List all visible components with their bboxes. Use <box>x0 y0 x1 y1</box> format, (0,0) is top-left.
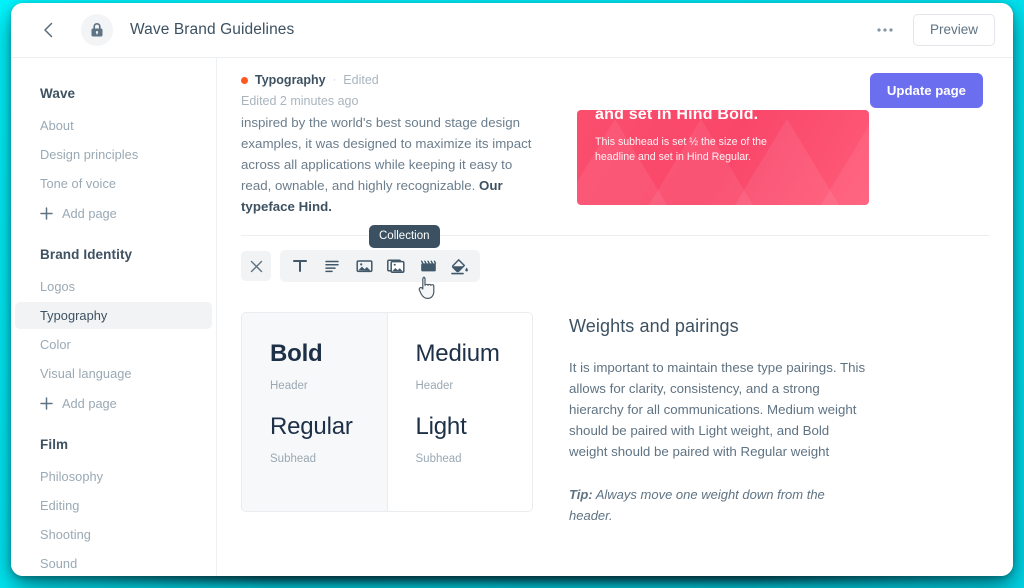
insert-color-button[interactable] <box>445 253 475 279</box>
sidebar-item-shooting[interactable]: Shooting <box>15 521 212 548</box>
text-icon <box>293 260 307 272</box>
weights-text-block: Weights and pairings It is important to … <box>569 312 869 526</box>
update-page-button[interactable]: Update page <box>869 73 983 108</box>
pink-card-subhead: This subhead is set ½ the size of the he… <box>595 136 767 163</box>
weights-card-right: Medium Header Light Subhead <box>387 313 532 511</box>
weight-sample-regular: Regular <box>270 413 353 440</box>
collection-icon <box>387 258 405 273</box>
weights-heading: Weights and pairings <box>569 316 739 336</box>
content-header: Typography · Edited Edited 2 minutes ago… <box>217 58 1013 108</box>
last-edited-text: Edited 2 minutes ago <box>241 94 359 108</box>
sidebar-item-editing[interactable]: Editing <box>15 492 212 519</box>
status-badge: Edited <box>343 73 379 87</box>
weights-card-left: Bold Header Regular Subhead <box>242 313 388 511</box>
intro-paragraph: inspired by the world's best sound stage… <box>241 112 541 217</box>
close-toolbar-button[interactable] <box>241 251 271 281</box>
weights-tip-label: Tip: <box>569 487 593 502</box>
sidebar-group-title: Wave <box>40 86 76 101</box>
sidebar-item-philosophy[interactable]: Philosophy <box>15 463 212 490</box>
breadcrumb-row: Typography · Edited <box>241 73 870 87</box>
sidebar-add-page-brand-identity[interactable]: Add page <box>11 389 216 417</box>
decor-triangle <box>821 119 869 205</box>
intro-paragraph-block: inspired by the world's best sound stage… <box>241 110 541 217</box>
chevron-left-icon <box>43 22 52 38</box>
sidebar-item-design-principles[interactable]: Design principles <box>15 141 212 168</box>
close-icon <box>250 260 262 272</box>
sidebar-item-visual-language[interactable]: Visual language <box>15 360 212 387</box>
sidebar: Wave About Design principles Tone of voi… <box>11 58 217 576</box>
sidebar-add-page-wave[interactable]: Add page <box>11 199 216 227</box>
app-window: Wave Brand Guidelines Preview Wave About… <box>11 3 1013 576</box>
weight-sample-medium: Medium <box>415 340 500 367</box>
preview-button[interactable]: Preview <box>912 14 995 46</box>
sidebar-item-color[interactable]: Color <box>15 331 212 358</box>
insert-toolbar <box>241 250 989 282</box>
weight-label-subhead-left: Subhead <box>270 453 317 465</box>
sidebar-item-about[interactable]: About <box>15 112 212 139</box>
sidebar-group-title: Film <box>40 437 69 452</box>
video-icon <box>420 260 436 272</box>
weight-sample-bold: Bold <box>270 340 323 367</box>
image-icon <box>355 260 373 273</box>
back-button[interactable] <box>35 17 61 43</box>
sidebar-group-title: Brand Identity <box>40 247 133 262</box>
plus-icon <box>40 397 53 410</box>
breadcrumb-current[interactable]: Typography <box>255 73 326 87</box>
content-area: Typography · Edited Edited 2 minutes ago… <box>217 58 1013 576</box>
sidebar-item-typography[interactable]: Typography <box>15 302 212 329</box>
sidebar-group-film: Film Philosophy Editing Shooting Sound P… <box>11 437 216 576</box>
ellipsis-icon <box>877 28 893 32</box>
more-options-button[interactable] <box>871 17 899 43</box>
weight-label-subhead-right: Subhead <box>415 453 462 465</box>
lock-icon <box>91 23 103 37</box>
insert-toolbar-wrap: Collection <box>241 225 989 299</box>
plus-glyph <box>40 397 53 410</box>
sidebar-group-brand-identity: Brand Identity Logos Typography Color Vi… <box>11 247 216 417</box>
pink-type-specimen-card[interactable]: and set in Hind Bold. This subhead is se… <box>577 110 869 205</box>
insert-image-button[interactable] <box>349 253 379 279</box>
breadcrumb: Typography · Edited Edited 2 minutes ago <box>241 73 870 108</box>
sidebar-add-page-label: Add page <box>62 206 117 221</box>
sidebar-add-page-label: Add page <box>62 396 117 411</box>
weights-specimen-card[interactable]: Bold Header Regular Subhead Medium Heade… <box>241 312 533 512</box>
weight-sample-light: Light <box>415 413 467 440</box>
topbar-actions: Preview <box>871 14 995 46</box>
weights-paragraph: It is important to maintain these type p… <box>569 360 866 459</box>
sidebar-item-tone-of-voice[interactable]: Tone of voice <box>15 170 212 197</box>
lock-badge[interactable] <box>81 14 113 46</box>
sidebar-group-wave: Wave About Design principles Tone of voi… <box>11 86 216 227</box>
page-title: Wave Brand Guidelines <box>130 21 295 38</box>
intro-row: inspired by the world's best sound stage… <box>241 110 989 217</box>
pink-card-headline: and set in Hind Bold. <box>595 110 759 123</box>
plus-glyph <box>40 207 53 220</box>
weight-label-header-left: Header <box>270 380 308 392</box>
weight-label-header-right: Header <box>415 380 454 392</box>
sidebar-item-logos[interactable]: Logos <box>15 273 212 300</box>
status-dot-icon <box>241 76 248 84</box>
weights-row: Bold Header Regular Subhead Medium Heade… <box>241 312 989 526</box>
plus-icon <box>40 207 53 220</box>
paragraph-icon <box>325 260 339 273</box>
tooltip-collection: Collection <box>369 225 440 248</box>
top-bar: Wave Brand Guidelines Preview <box>11 3 1013 58</box>
paint-bucket-icon <box>451 258 468 274</box>
insert-collection-button[interactable] <box>381 253 411 279</box>
breadcrumb-separator: · <box>332 74 337 86</box>
weights-tip: Tip: Always move one weight down from th… <box>569 484 869 526</box>
insert-buttons-group <box>280 250 480 282</box>
weights-tip-body: Always move one weight down from the hea… <box>569 487 825 523</box>
insert-paragraph-button[interactable] <box>317 253 347 279</box>
insert-text-button[interactable] <box>285 253 315 279</box>
insert-video-button[interactable] <box>413 253 443 279</box>
content-scroll: inspired by the world's best sound stage… <box>217 110 1013 526</box>
sidebar-item-sound[interactable]: Sound <box>15 550 212 576</box>
body: Wave About Design principles Tone of voi… <box>11 58 1013 576</box>
